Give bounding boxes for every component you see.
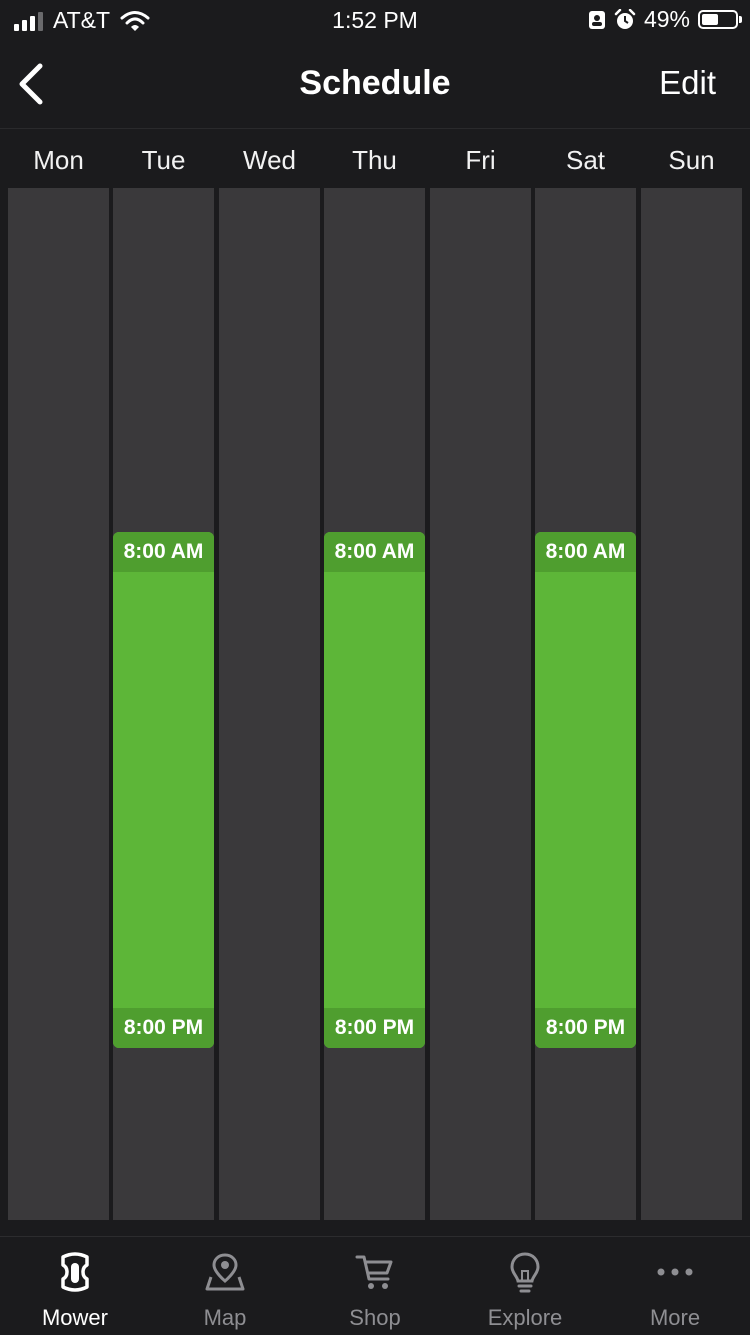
page-title: Schedule (299, 64, 451, 102)
schedule-block-thu[interactable]: 8:00 AM 8:00 PM (324, 532, 425, 1048)
more-dots-icon (657, 1268, 693, 1276)
day-label-wed: Wed (243, 145, 296, 175)
tab-mower[interactable]: Mower (0, 1237, 150, 1335)
block-start-time: 8:00 AM (113, 532, 214, 572)
schedule-grid: 8:00 AM 8:00 PM 8:00 AM 8:00 PM 8:00 AM 8:00 … (0, 188, 750, 1220)
battery-fill (702, 14, 718, 25)
tab-label: Shop (349, 1305, 401, 1330)
day-column-fri[interactable] (430, 188, 531, 1220)
block-start-time: 8:00 AM (324, 532, 425, 572)
tab-label: More (649, 1305, 701, 1330)
day-header: Mon Tue Wed Thu Fri Sat Sun (0, 128, 750, 189)
day-label-sun: Sun (668, 145, 715, 175)
battery-icon (698, 10, 742, 29)
block-end-time: 8:00 PM (535, 1008, 636, 1048)
tab-label: Mower (41, 1305, 108, 1330)
tab-shop[interactable]: Shop (300, 1237, 450, 1335)
mower-icon (61, 1252, 89, 1292)
edit-button[interactable]: Edit (659, 64, 716, 102)
day-column-tue[interactable]: 8:00 AM 8:00 PM (113, 188, 214, 1220)
block-end-time: 8:00 PM (113, 1008, 214, 1048)
tab-map[interactable]: Map (150, 1237, 300, 1335)
schedule-block-sat[interactable]: 8:00 AM 8:00 PM (535, 532, 636, 1048)
status-bar: AT&T 1:52 PM 49% (0, 0, 750, 40)
block-end-time: 8:00 PM (324, 1008, 425, 1048)
day-label-sat: Sat (565, 145, 606, 175)
tab-bar: Mower Map Shop Explore More (0, 1236, 750, 1335)
tab-label: Map (203, 1305, 247, 1330)
day-column-sun[interactable] (641, 188, 742, 1220)
day-column-wed[interactable] (219, 188, 320, 1220)
orientation-lock-icon (588, 10, 605, 29)
day-label-thu: Thu (352, 145, 397, 175)
tab-label: Explore (487, 1305, 563, 1330)
day-column-thu[interactable]: 8:00 AM 8:00 PM (324, 188, 425, 1220)
schedule-block-tue[interactable]: 8:00 AM 8:00 PM (113, 532, 214, 1048)
status-right: 49% (588, 6, 742, 33)
tab-more[interactable]: More (600, 1237, 750, 1335)
nav-bar: Schedule Edit (0, 40, 750, 128)
cart-icon (355, 1255, 393, 1289)
day-label-mon: Mon (33, 145, 84, 175)
day-label-tue: Tue (141, 145, 186, 175)
tab-explore[interactable]: Explore (450, 1237, 600, 1335)
block-start-time: 8:00 AM (535, 532, 636, 572)
battery-percent: 49% (643, 6, 690, 32)
lightbulb-icon (510, 1252, 540, 1293)
map-pin-icon (205, 1253, 245, 1291)
day-label-fri: Fri (465, 145, 496, 175)
day-column-sat[interactable]: 8:00 AM 8:00 PM (535, 188, 636, 1220)
day-column-mon[interactable] (8, 188, 109, 1220)
alarm-icon (614, 8, 636, 29)
